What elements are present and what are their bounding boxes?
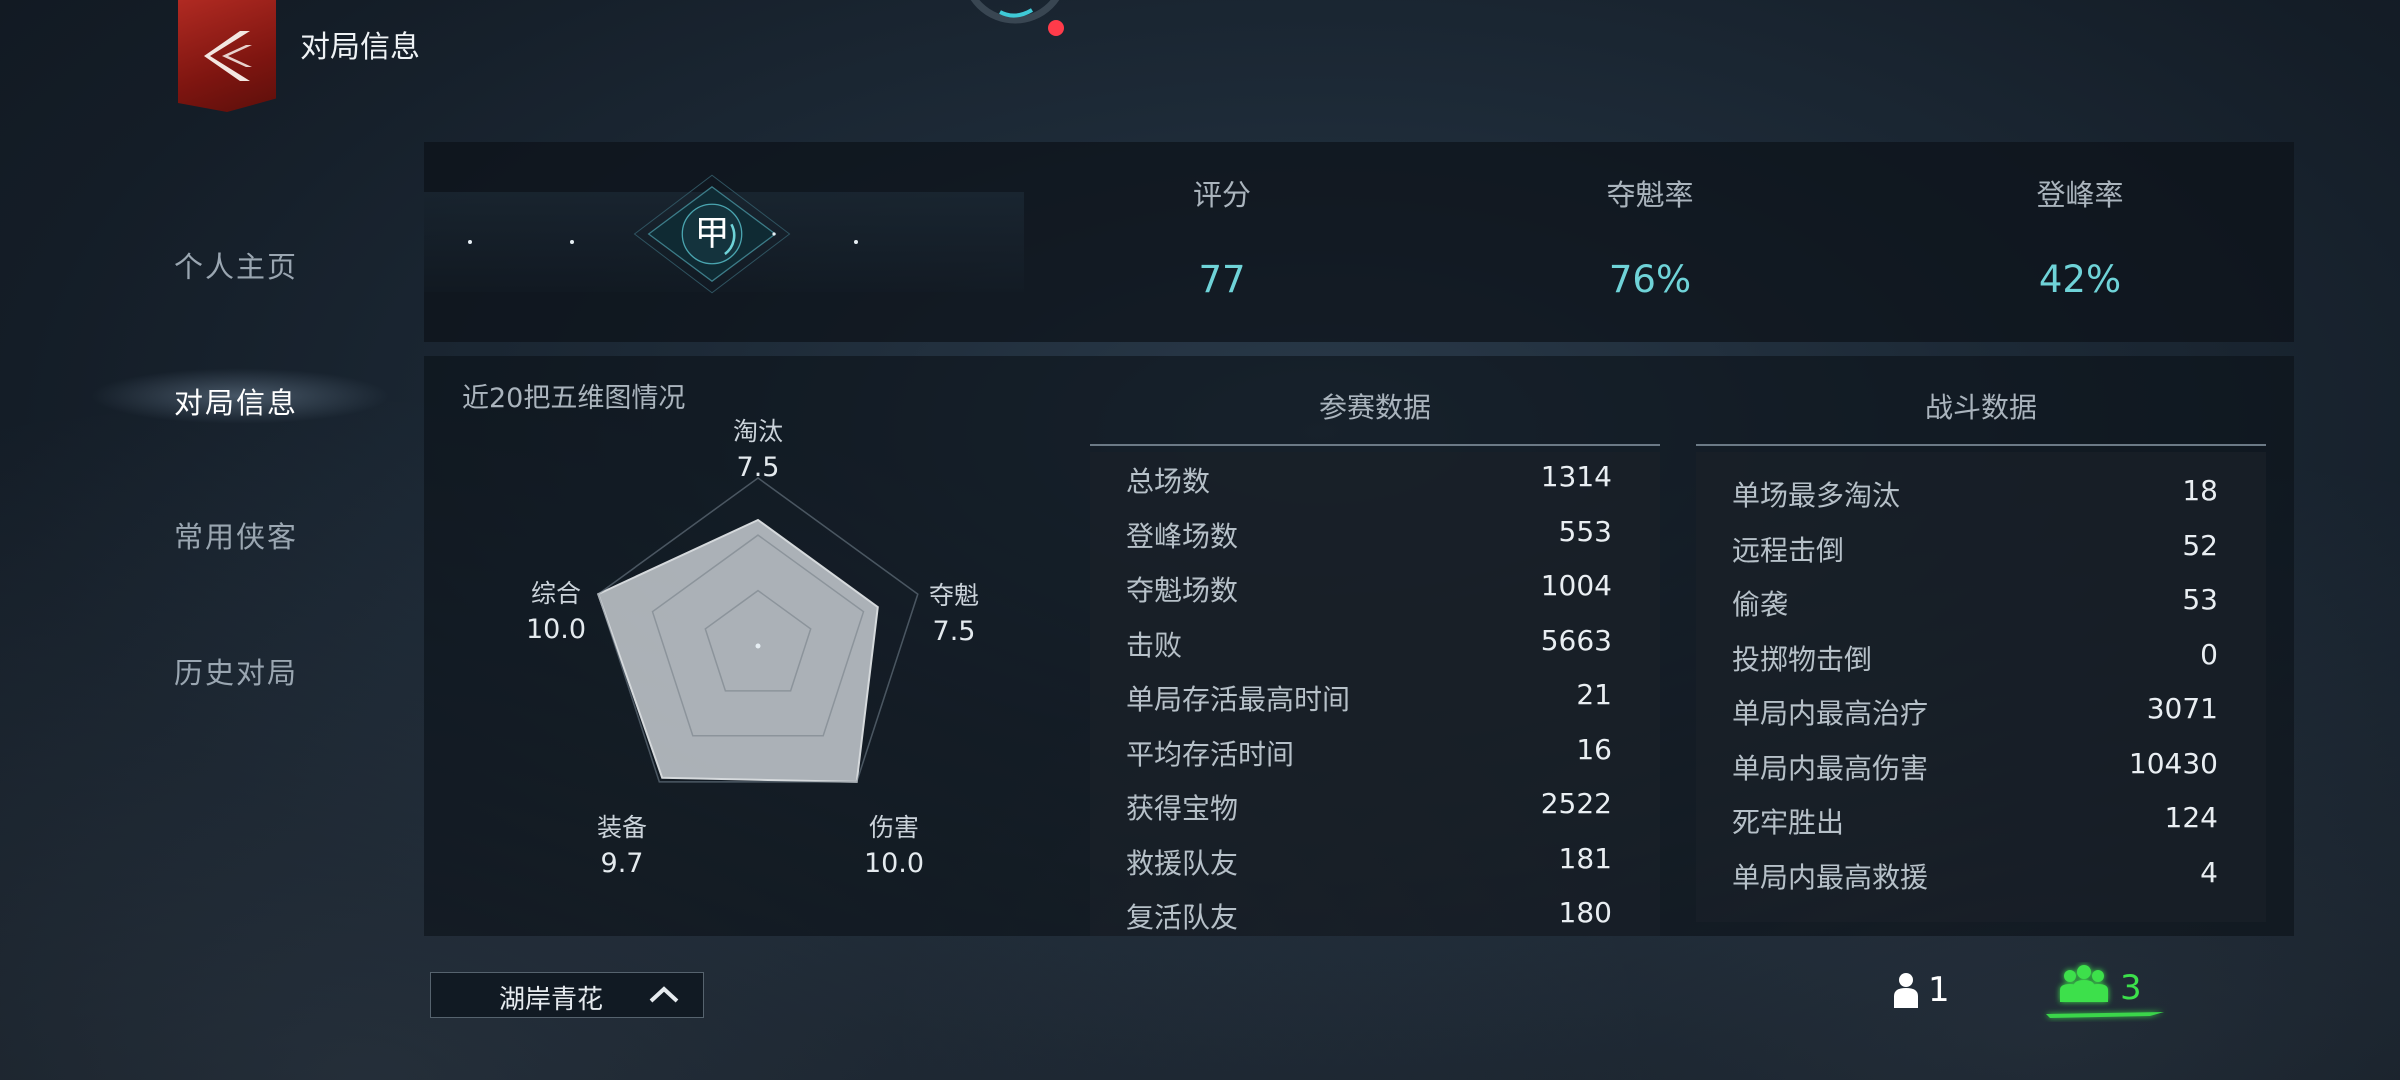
stat-value: 16: [1576, 732, 1612, 766]
squad-mode-icon[interactable]: [2040, 962, 2170, 1022]
sidebar-item-match-info[interactable]: 对局信息: [174, 380, 298, 422]
radar-chart: [596, 477, 919, 783]
table-row: 登峰场数 553: [1090, 507, 1660, 561]
stat-value: 1314: [1540, 460, 1612, 493]
stat-value: 124: [2164, 801, 2218, 834]
season-selector[interactable]: 湖岸青花: [430, 972, 704, 1018]
table-row: 单局内最高治疗 3071: [1696, 684, 2266, 738]
table-row: 远程击倒 52: [1696, 521, 2266, 575]
stat-value: 3071: [2146, 692, 2218, 725]
radar-axis-label: 淘汰: [732, 417, 783, 446]
win-rate-label: 夺魁率: [1606, 178, 1694, 212]
participation-table: 总场数 1314 登峰场数 553 夺魁场数 1004 击败 5663 单局存活最高时间 21 平均…: [1090, 452, 1660, 936]
stat-label: 单场最多淘汰: [1732, 479, 1901, 512]
solo-count: 1: [1928, 970, 1950, 1010]
stat-label: 平均存活时间: [1126, 737, 1295, 771]
combat-title: 战斗数据: [1924, 391, 2037, 424]
radar-axis-value: 7.5: [932, 616, 976, 647]
radar-axis-value: 10.0: [525, 614, 587, 645]
stat-label: 夺魁场数: [1126, 574, 1239, 607]
sidebar-item-history[interactable]: 历史对局: [174, 650, 298, 692]
sidebar-item-heroes[interactable]: 常用侠客: [174, 514, 298, 556]
stat-label: 总场数: [1126, 465, 1211, 498]
table-row: 击败 5663: [1090, 616, 1660, 670]
rank-dot: [468, 240, 472, 244]
table-row: 单局存活最高时间 21: [1090, 670, 1660, 724]
win-rate-value: 76%: [1608, 258, 1692, 301]
peak-rate-value: 42%: [2038, 258, 2122, 301]
stat-value: 4: [2200, 855, 2218, 889]
radar-axis-label: 综合: [530, 579, 581, 608]
stat-label: 复活队友: [1126, 901, 1239, 934]
stat-label: 偷袭: [1732, 588, 1789, 621]
rank-dot: [570, 240, 574, 244]
season-selector-label: 湖岸青花: [499, 985, 604, 1015]
table-row: 总场数 1314: [1090, 452, 1660, 506]
ring-indicator-icon: [970, 0, 1064, 36]
stat-value: 180: [1558, 896, 1612, 929]
squad-count: 3: [2120, 968, 2142, 1008]
stat-label: 单局内最高救援: [1732, 860, 1929, 894]
sidebar-item-profile[interactable]: 个人主页: [174, 244, 298, 286]
stat-label: 死牢胜出: [1732, 806, 1845, 839]
radar-axis-value: 7.5: [736, 452, 780, 483]
stat-value: 18: [2182, 474, 2218, 507]
stat-label: 单局存活最高时间: [1126, 683, 1351, 716]
table-row: 死牢胜出 124: [1696, 793, 2266, 847]
stat-value: 1004: [1540, 569, 1612, 602]
stat-value: 5663: [1540, 623, 1612, 657]
stat-label: 登峰场数: [1126, 519, 1239, 553]
radar-axis-label: 夺魁: [928, 581, 979, 610]
table-row: 偷袭 53: [1696, 575, 2266, 629]
sidebar: 个人主页 对局信息 常用侠客 历史对局: [0, 0, 420, 1080]
score-value: 77: [1198, 258, 1246, 301]
stat-label: 单局内最高伤害: [1732, 751, 1929, 785]
table-row: 单局内最高救援 4: [1696, 848, 2266, 902]
table-row: 单局内最高伤害 10430: [1696, 739, 2266, 793]
peak-rate-label: 登峰率: [2036, 178, 2124, 212]
participation-title: 参赛数据: [1318, 391, 1431, 424]
radar-center-dot: [755, 643, 761, 649]
score-label: 评分: [1192, 178, 1251, 212]
stat-label: 远程击倒: [1732, 533, 1845, 567]
stat-value: 553: [1558, 514, 1612, 548]
rank-dot: [854, 240, 858, 244]
radar-axis-value: 9.7: [600, 848, 644, 879]
table-row: 复活队友 180: [1090, 888, 1660, 942]
stat-value: 10430: [2128, 746, 2218, 780]
divider: [1090, 444, 1660, 446]
radar-axis-label: 装备: [596, 813, 647, 842]
combat-table: 单场最多淘汰 18 远程击倒 52 偷袭 53 投掷物击倒 0 单局内最高治疗 3071 单局内最高…: [1696, 452, 2266, 922]
divider: [1696, 444, 2266, 446]
stat-label: 获得宝物: [1126, 792, 1239, 825]
radar-data-polygon: [596, 518, 879, 783]
stat-value: 0: [2200, 637, 2218, 671]
table-row: 投掷物击倒 0: [1696, 630, 2266, 684]
table-row: 夺魁场数 1004: [1090, 561, 1660, 615]
stat-label: 击败: [1126, 628, 1183, 662]
stat-value: 21: [1576, 678, 1612, 711]
radar-axis-label: 伤害: [868, 813, 919, 842]
rank-badge-icon: 甲: [633, 174, 791, 294]
stat-value: 2522: [1540, 787, 1612, 820]
table-row: 单场最多淘汰 18: [1696, 466, 2266, 520]
rank-glyph: 甲: [695, 214, 730, 254]
table-row: 获得宝物 2522: [1090, 779, 1660, 833]
stat-value: 181: [1558, 841, 1612, 875]
radar-axis-value: 10.0: [863, 848, 925, 879]
stat-label: 投掷物击倒: [1732, 642, 1873, 676]
stat-value: 52: [2182, 528, 2218, 562]
stat-label: 单局内最高治疗: [1732, 697, 1929, 730]
stat-label: 救援队友: [1126, 846, 1239, 880]
chevron-up-icon: [649, 986, 679, 1003]
table-row: 平均存活时间 16: [1090, 725, 1660, 779]
stat-value: 53: [2182, 583, 2218, 616]
table-row: 救援队友 181: [1090, 834, 1660, 888]
